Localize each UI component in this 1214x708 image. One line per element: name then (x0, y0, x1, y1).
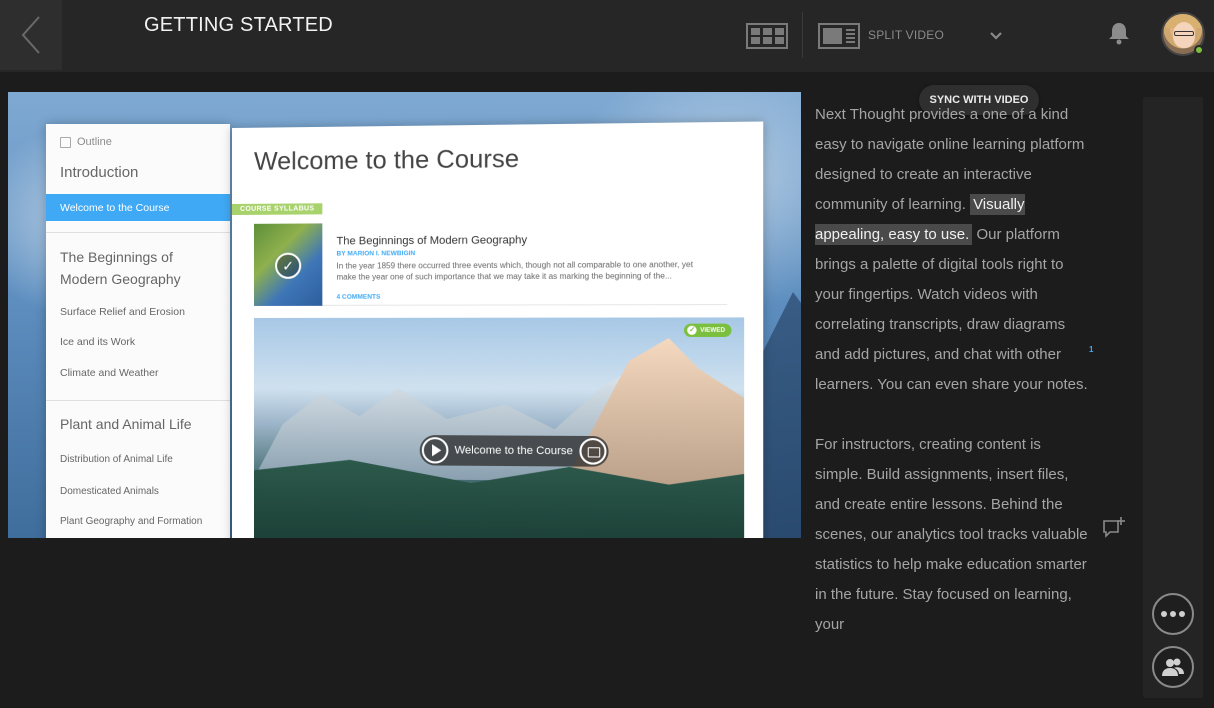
more-options-icon (1161, 611, 1185, 617)
back-button[interactable] (0, 0, 62, 70)
transcript: Next Thought provides a one of a kind ea… (815, 100, 1090, 670)
course-syllabus-tag: COURSE SYLLABUS (232, 203, 323, 215)
contacts-icon (1162, 658, 1184, 676)
transcript-text[interactable]: Next Thought provides a one of a kind ea… (815, 106, 1084, 213)
add-note-icon (1103, 517, 1125, 538)
notifications-button[interactable] (1106, 20, 1132, 46)
check-icon: ✓ (687, 325, 697, 335)
avatar-glasses (1174, 31, 1194, 36)
outline-section: The Beginnings of Modern Geography (60, 249, 181, 287)
split-video-label[interactable]: SPLIT VIDEO (868, 28, 944, 42)
film-icon (579, 437, 607, 465)
outline-panel: Outline Introduction Welcome to the Cour… (46, 124, 230, 538)
add-note-button[interactable] (1102, 516, 1126, 538)
online-status-indicator (1194, 45, 1204, 55)
split-video-icon (818, 23, 860, 49)
grid-view-button[interactable] (746, 23, 788, 49)
viewed-label: VIEWED (700, 327, 726, 334)
card-title: The Beginnings of Modern Geography (336, 234, 528, 248)
back-chevron-icon (21, 16, 40, 54)
viewed-badge: ✓ VIEWED (684, 323, 732, 337)
play-icon (421, 437, 449, 464)
toolbar-divider (802, 12, 803, 58)
course-title: Welcome to the Course (253, 144, 520, 176)
outline-heading-label: Outline (77, 136, 112, 148)
outline-heading: Outline (60, 136, 112, 148)
video-title: Welcome to the Course (454, 444, 573, 458)
outline-item: Domesticated Animals (60, 486, 159, 497)
course-panel: Welcome to the Course COURSE SYLLABUS ✓ … (232, 121, 764, 538)
page-title: GETTING STARTED (144, 14, 333, 36)
view-mode-dropdown[interactable] (988, 28, 1004, 44)
note-count-badge[interactable]: 1 (1089, 345, 1093, 354)
transcript-paragraph: For instructors, creating content is sim… (815, 430, 1090, 640)
reading-card: ✓ The Beginnings of Modern Geography BY … (253, 220, 728, 306)
outline-divider (46, 232, 230, 233)
split-video-button[interactable] (818, 23, 860, 49)
outline-section: Introduction (60, 164, 139, 181)
more-options-button[interactable] (1152, 593, 1194, 635)
outline-item: Ice and its Work (60, 336, 136, 348)
card-description: In the year 1859 there occurred three ev… (336, 259, 693, 282)
outline-item-label: Welcome to the Course (60, 202, 170, 214)
card-thumbnail: ✓ (253, 223, 323, 306)
outline-item: Surface Relief and Erosion (60, 306, 185, 318)
contacts-button[interactable] (1152, 646, 1194, 688)
top-bar: GETTING STARTED SPLIT VIDEO (0, 0, 1214, 72)
outline-icon (60, 136, 71, 148)
video-player[interactable]: Outline Introduction Welcome to the Cour… (8, 92, 801, 538)
bell-icon (1109, 23, 1129, 45)
transcript-text[interactable]: For instructors, creating content is sim… (815, 436, 1088, 633)
transcript-paragraph: Next Thought provides a one of a kind ea… (815, 100, 1090, 400)
outline-divider (46, 400, 230, 401)
transcript-text[interactable]: Our platform brings a palette of digital… (815, 226, 1088, 393)
outline-item: Climate and Weather (60, 367, 159, 379)
outline-item-active: Welcome to the Course (46, 194, 230, 221)
video-play-pill: Welcome to the Course (419, 435, 609, 467)
card-comments: 4 COMMENTS (336, 293, 381, 301)
chevron-down-icon (990, 32, 1002, 40)
outline-section: Plant and Animal Life (60, 416, 192, 432)
grid-view-icon (746, 23, 788, 49)
check-icon: ✓ (275, 252, 302, 279)
video-thumbnail: ✓ VIEWED Welcome to the Course (253, 317, 745, 538)
card-author: BY MARION I. NEWBIGIN (336, 250, 416, 258)
outline-item: Distribution of Animal Life (60, 454, 173, 465)
outline-item: Plant Geography and Formation (60, 516, 203, 527)
